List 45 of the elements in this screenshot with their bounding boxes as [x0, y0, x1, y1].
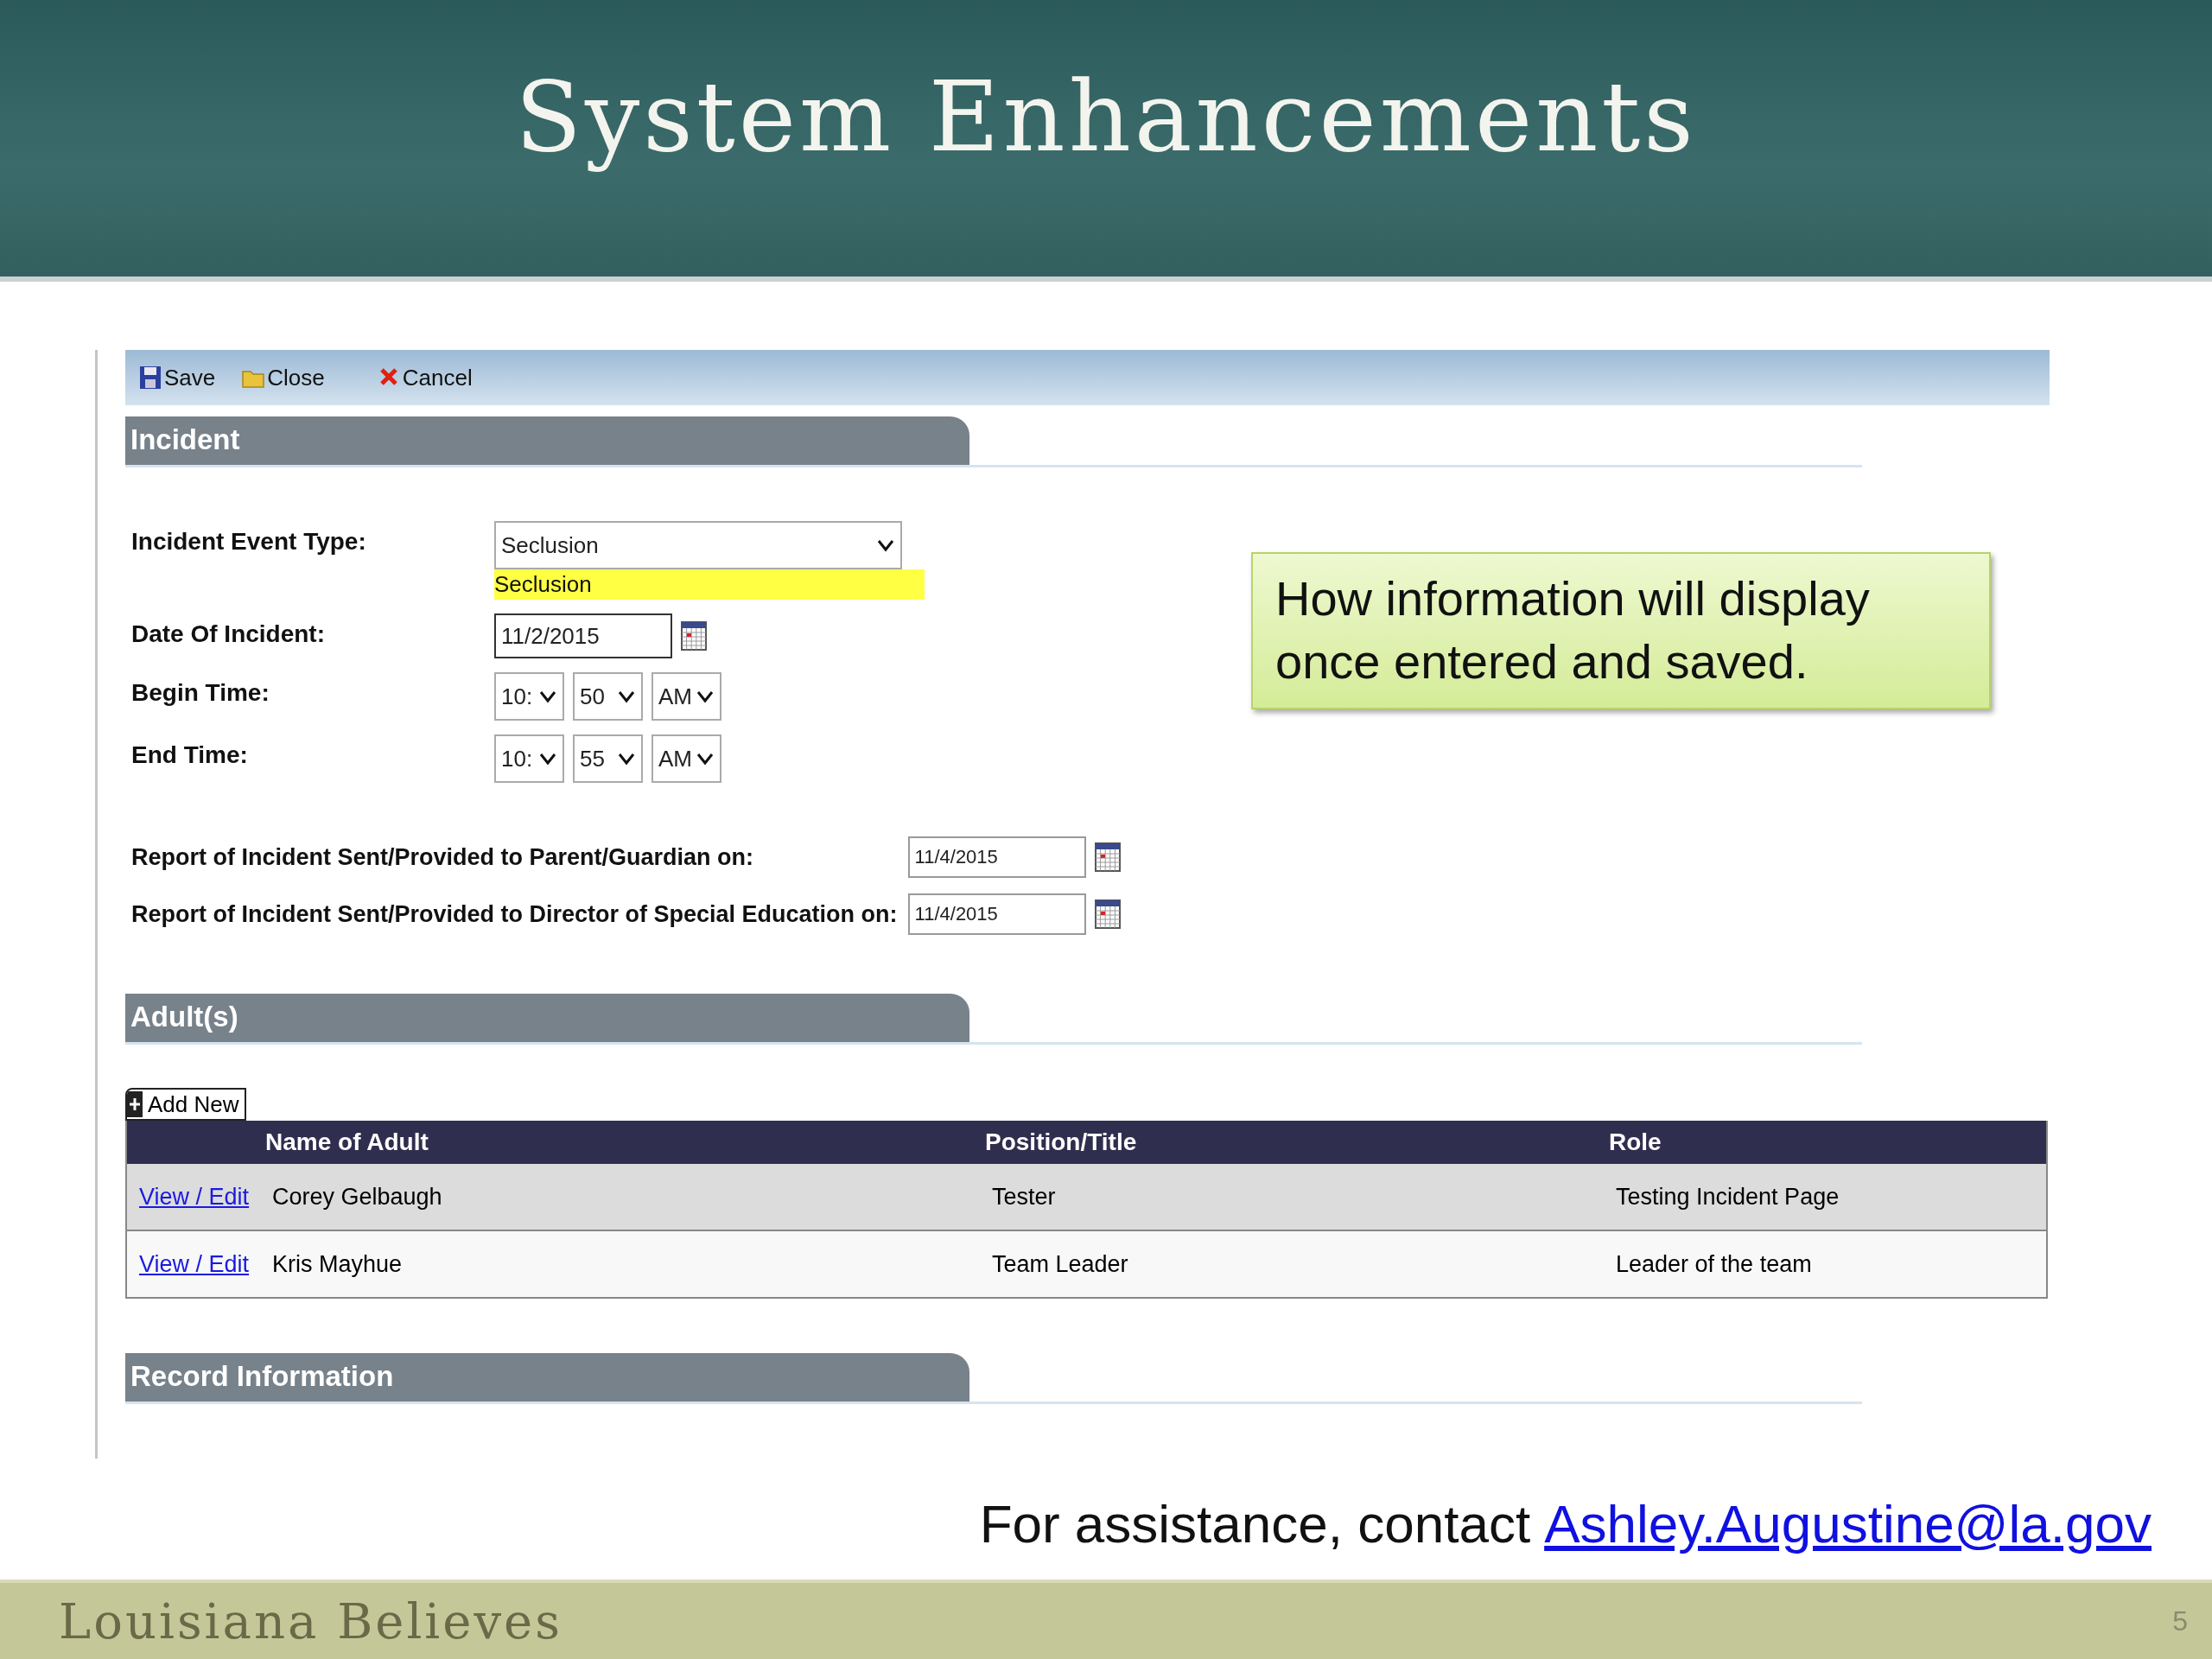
- table-cell-text: Corey Gelbaugh: [271, 1183, 443, 1211]
- dropdown[interactable]: AM: [652, 734, 721, 783]
- field-label: Begin Time:: [131, 678, 270, 708]
- calendar-icon: [681, 621, 707, 651]
- table-cell-text: Kris Mayhue: [271, 1250, 404, 1278]
- section-header: Incident: [125, 416, 969, 465]
- view-edit-link[interactable]: View / Edit: [139, 1183, 250, 1210]
- field-label: Report of Incident Sent/Provided to Parent/Guardian on:: [131, 843, 755, 871]
- table-cell-text: Team Leader: [991, 1250, 1129, 1278]
- toolbar-button[interactable]: Save: [138, 364, 216, 391]
- date-field[interactable]: 11/4/2015: [907, 893, 1086, 935]
- plus-icon: [127, 1091, 143, 1117]
- toolbar-button[interactable]: Close: [241, 364, 325, 391]
- dropdown[interactable]: AM: [652, 672, 721, 721]
- dropdown[interactable]: Seclusion: [494, 521, 902, 569]
- field-label: Incident Event Type:: [131, 527, 367, 556]
- add-new-button[interactable]: Add New: [125, 1088, 246, 1121]
- dropdown[interactable]: 50: [573, 672, 643, 721]
- dropdown[interactable]: 10:: [494, 672, 564, 721]
- highlighted-value: Seclusion: [494, 569, 925, 600]
- field-label: Date Of Incident:: [131, 620, 326, 649]
- slide-title: System Enhancements: [515, 60, 1697, 173]
- field-label: End Time:: [131, 741, 249, 770]
- column-header: Name of Adult: [265, 1128, 429, 1156]
- callout-note: How information will display once entered and saved.: [1251, 552, 1991, 709]
- column-header: Role: [1609, 1128, 1662, 1156]
- contact-text: For assistance, contact: [979, 1493, 1531, 1554]
- section-header: Adult(s): [125, 994, 969, 1042]
- section-header: Record Information: [125, 1353, 969, 1402]
- page-number: 5: [2172, 1605, 2188, 1637]
- calendar-icon: [1094, 899, 1121, 929]
- brand-name: Louisiana Believes: [59, 1592, 563, 1649]
- column-header: Position/Title: [985, 1128, 1138, 1156]
- table-cell-text: Testing Incident Page: [1615, 1183, 1840, 1211]
- date-field[interactable]: 11/2/2015: [494, 613, 672, 658]
- dropdown[interactable]: 10:: [494, 734, 564, 783]
- date-field[interactable]: 11/4/2015: [907, 836, 1086, 878]
- dropdown[interactable]: 55: [573, 734, 643, 783]
- view-edit-link[interactable]: View / Edit: [139, 1250, 250, 1277]
- email-link[interactable]: Ashley.Augustine@la.gov: [1544, 1493, 2152, 1554]
- table-cell-text: Tester: [991, 1183, 1057, 1211]
- table-cell-text: Leader of the team: [1615, 1250, 1813, 1278]
- field-label: Report of Incident Sent/Provided to Director of Special Education on:: [131, 900, 898, 928]
- calendar-icon: [1094, 842, 1121, 872]
- toolbar-button[interactable]: Cancel: [376, 364, 473, 391]
